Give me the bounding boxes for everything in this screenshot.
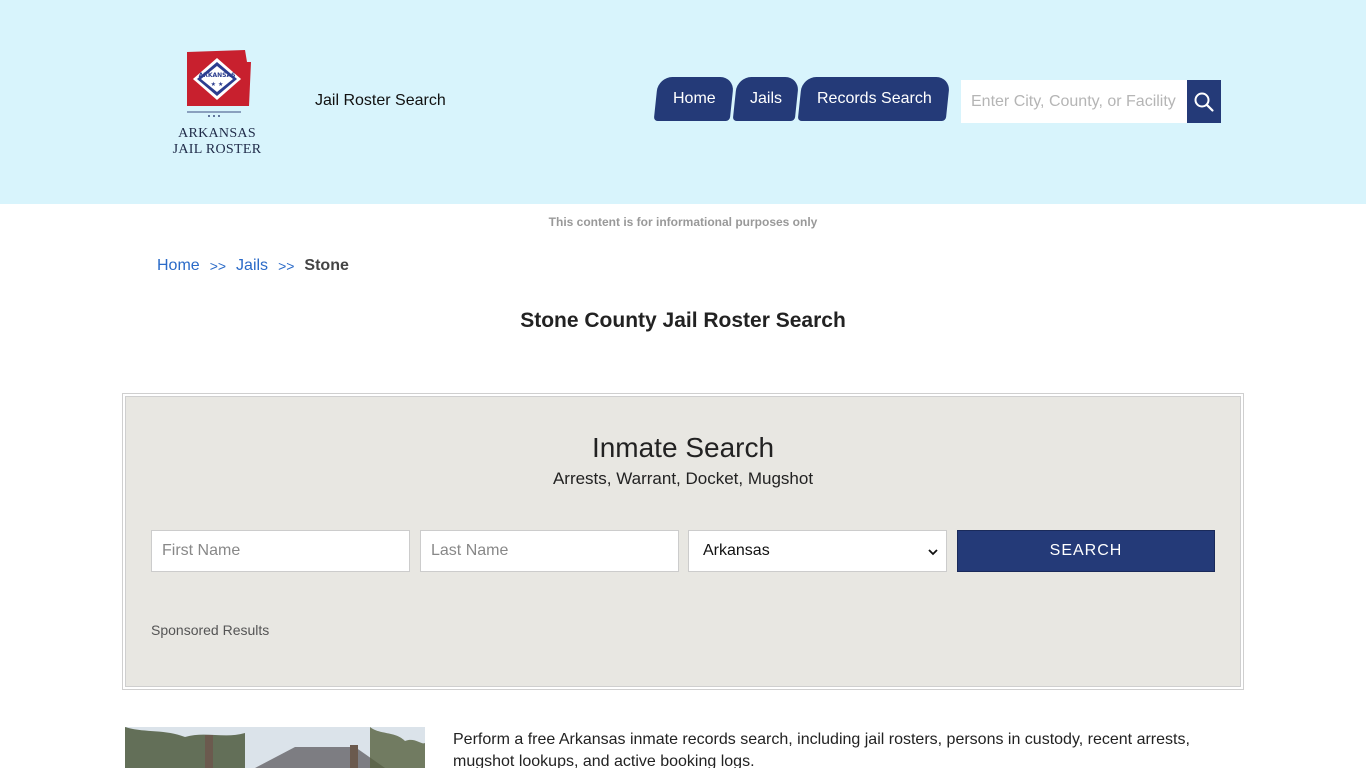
nav-jails-label: Jails <box>749 90 782 107</box>
site-logo[interactable]: ARKANSAS ★ ★ ARKANSAS JAIL ROSTER <box>165 46 269 164</box>
state-select-value: Arkansas <box>703 542 770 559</box>
site-header: ARKANSAS ★ ★ ARKANSAS JAIL ROSTER Jail R… <box>0 0 1366 204</box>
logo-wordmark: ARKANSAS JAIL ROSTER <box>165 126 269 158</box>
breadcrumb-home[interactable]: Home <box>157 257 200 276</box>
inmate-search-panel: Inmate Search Arrests, Warrant, Docket, … <box>122 393 1244 690</box>
nav-home-label: Home <box>672 90 716 107</box>
chevron-down-icon <box>928 543 938 559</box>
logo-line-1: ARKANSAS <box>178 126 256 141</box>
intro-paragraph: Perform a free Arkansas inmate records s… <box>453 731 1190 768</box>
sponsored-results-label: Sponsored Results <box>151 622 270 638</box>
facility-photo <box>125 727 425 768</box>
inmate-search-subtitle: Arrests, Warrant, Docket, Mugshot <box>552 469 814 488</box>
nav-records-search-label: Records Search <box>816 90 932 107</box>
breadcrumb-separator: >> <box>278 258 295 274</box>
page-title: Stone County Jail Roster Search <box>520 309 846 332</box>
nav-home[interactable]: Home <box>653 77 735 121</box>
first-name-input[interactable] <box>151 530 410 572</box>
breadcrumb-jails[interactable]: Jails <box>236 257 268 276</box>
nav-jails[interactable]: Jails <box>732 77 800 121</box>
breadcrumb-separator: >> <box>209 258 227 274</box>
state-select[interactable]: Arkansas <box>688 530 947 572</box>
disclaimer-text: This content is for informational purpos… <box>548 215 818 229</box>
search-icon <box>1194 92 1214 112</box>
nav-records-search[interactable]: Records Search <box>797 77 951 121</box>
last-name-input[interactable] <box>420 530 679 572</box>
facility-search-input[interactable] <box>961 80 1187 123</box>
breadcrumb: Home >> Jails >> Stone <box>157 257 349 276</box>
logo-line-2: JAIL ROSTER <box>172 142 262 157</box>
logo-badge-text: ARKANSAS <box>199 72 236 79</box>
inmate-search-title: Inmate Search <box>591 432 775 463</box>
svg-text:★ ★: ★ ★ <box>211 81 224 88</box>
facility-search-button[interactable] <box>1187 80 1221 123</box>
site-tagline: Jail Roster Search <box>315 92 446 109</box>
arkansas-flag-icon: ARKANSAS ★ ★ <box>187 50 251 117</box>
inmate-search-button[interactable]: SEARCH <box>957 530 1215 572</box>
breadcrumb-current: Stone <box>304 257 349 274</box>
